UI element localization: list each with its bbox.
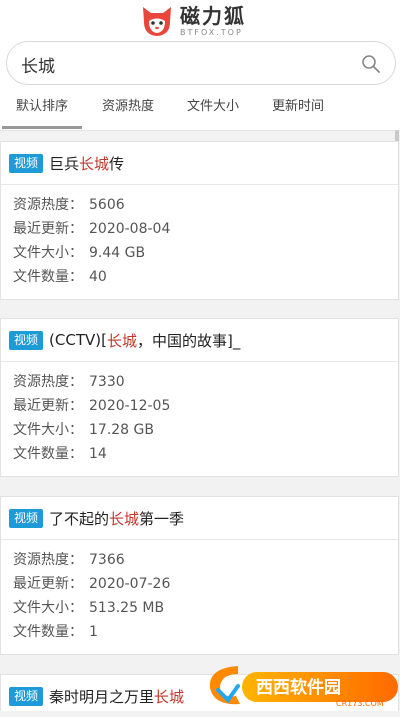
heat-value: 7330	[89, 374, 125, 390]
logo-title: 磁力狐	[180, 3, 246, 28]
meta-heat: 资源热度： 7366	[13, 548, 398, 572]
meta-size: 文件大小： 9.44 GB	[13, 241, 398, 265]
meta-updated: 最近更新： 2020-12-05	[13, 394, 398, 418]
heat-value: 7366	[89, 552, 125, 568]
title-highlight: 长城	[106, 331, 137, 350]
site-logo[interactable]: 磁力狐 BTFOX.TOP	[140, 3, 246, 39]
meta-label: 文件数量：	[13, 624, 83, 640]
meta-count: 文件数量： 40	[13, 265, 398, 289]
meta-count: 文件数量： 14	[13, 442, 398, 466]
title-highlight: 长城	[79, 154, 110, 173]
meta-count: 文件数量： 1	[13, 620, 398, 644]
meta-updated: 最近更新： 2020-07-26	[13, 572, 398, 596]
sort-tabs: 默认排序 资源热度 文件大小 更新时间	[0, 90, 400, 131]
title-text: (CCTV)[	[49, 331, 107, 349]
meta-label: 文件大小：	[13, 600, 83, 616]
result-meta: 资源热度： 5606 最近更新： 2020-08-04 文件大小： 9.44 GB 文…	[1, 185, 398, 289]
title-text: 巨兵	[49, 154, 80, 173]
video-badge: 视频	[9, 330, 44, 350]
title-text: 秦时明月之万里	[49, 687, 155, 706]
title-highlight: 长城	[154, 687, 185, 706]
video-badge: 视频	[9, 508, 44, 528]
meta-label: 文件大小：	[13, 245, 83, 261]
app-header: 磁力狐 BTFOX.TOP	[0, 0, 400, 40]
result-card[interactable]: 视频 了不起的 长城 第一季 资源热度： 7366 最近更新： 2020-07-26 文…	[0, 496, 399, 655]
result-title[interactable]: 视频 了不起的 长城 第一季	[1, 497, 398, 540]
meta-label: 资源热度：	[13, 552, 83, 568]
meta-label: 资源热度：	[13, 374, 83, 390]
search-box	[6, 41, 396, 85]
meta-updated: 最近更新： 2020-08-04	[13, 217, 398, 241]
watermark-text: 西西软件园	[256, 677, 341, 698]
result-card[interactable]: 视频 巨兵 长城传 资源热度： 5606 最近更新： 2020-08-04 文件大小：…	[0, 141, 399, 300]
updated-value: 2020-07-26	[89, 576, 171, 592]
watermark-url: CR173.COM	[336, 699, 384, 708]
meta-label: 文件数量：	[13, 446, 83, 462]
tab-update-time[interactable]: 更新时间	[258, 90, 338, 126]
size-value: 513.25 MB	[89, 600, 165, 616]
meta-size: 文件大小： 17.28 GB	[13, 418, 398, 442]
meta-heat: 资源热度： 5606	[13, 193, 398, 217]
search-input[interactable]	[19, 50, 353, 78]
size-value: 17.28 GB	[89, 422, 154, 438]
title-text: ，中国的故事]_	[136, 331, 241, 350]
tab-heat[interactable]: 资源热度	[88, 90, 168, 126]
title-text: 第一季	[139, 509, 185, 528]
title-highlight: 长城	[109, 509, 140, 528]
size-value: 9.44 GB	[89, 245, 146, 261]
count-value: 14	[89, 446, 107, 462]
count-value: 1	[89, 624, 98, 640]
meta-label: 资源热度：	[13, 197, 83, 213]
tab-default-sort[interactable]: 默认排序	[2, 90, 82, 129]
result-title[interactable]: 视频 巨兵 长城传	[1, 142, 398, 185]
meta-heat: 资源热度： 7330	[13, 370, 398, 394]
logo-subtitle: BTFOX.TOP	[180, 27, 243, 37]
title-text: 传	[109, 154, 125, 173]
result-card[interactable]: 视频 (CCTV)[长城 ，中国的故事]_ 资源热度： 7330 最近更新： 2020…	[0, 318, 399, 477]
updated-value: 2020-08-04	[89, 221, 171, 237]
heat-value: 5606	[89, 197, 125, 213]
meta-size: 文件大小： 513.25 MB	[13, 596, 398, 620]
meta-label: 最近更新：	[13, 221, 83, 237]
video-badge: 视频	[9, 153, 44, 173]
result-title[interactable]: 视频 (CCTV)[长城 ，中国的故事]_	[1, 319, 398, 362]
meta-label: 文件数量：	[13, 269, 83, 285]
fox-logo-icon	[143, 7, 171, 36]
meta-label: 最近更新：	[13, 398, 83, 414]
result-meta: 资源热度： 7366 最近更新： 2020-07-26 文件大小： 513.25 MB…	[1, 540, 398, 644]
tab-file-size[interactable]: 文件大小	[173, 90, 253, 126]
watermark-logo: 西西软件园 CR173.COM	[209, 666, 398, 708]
title-text: 了不起的	[49, 509, 110, 528]
updated-value: 2020-12-05	[89, 398, 171, 414]
video-badge: 视频	[9, 686, 44, 706]
meta-label: 文件大小：	[13, 422, 83, 438]
count-value: 40	[89, 269, 107, 285]
meta-label: 最近更新：	[13, 576, 83, 592]
search-icon[interactable]	[361, 54, 381, 74]
result-meta: 资源热度： 7330 最近更新： 2020-12-05 文件大小： 17.28 GB …	[1, 362, 398, 466]
search-bar	[0, 40, 400, 90]
